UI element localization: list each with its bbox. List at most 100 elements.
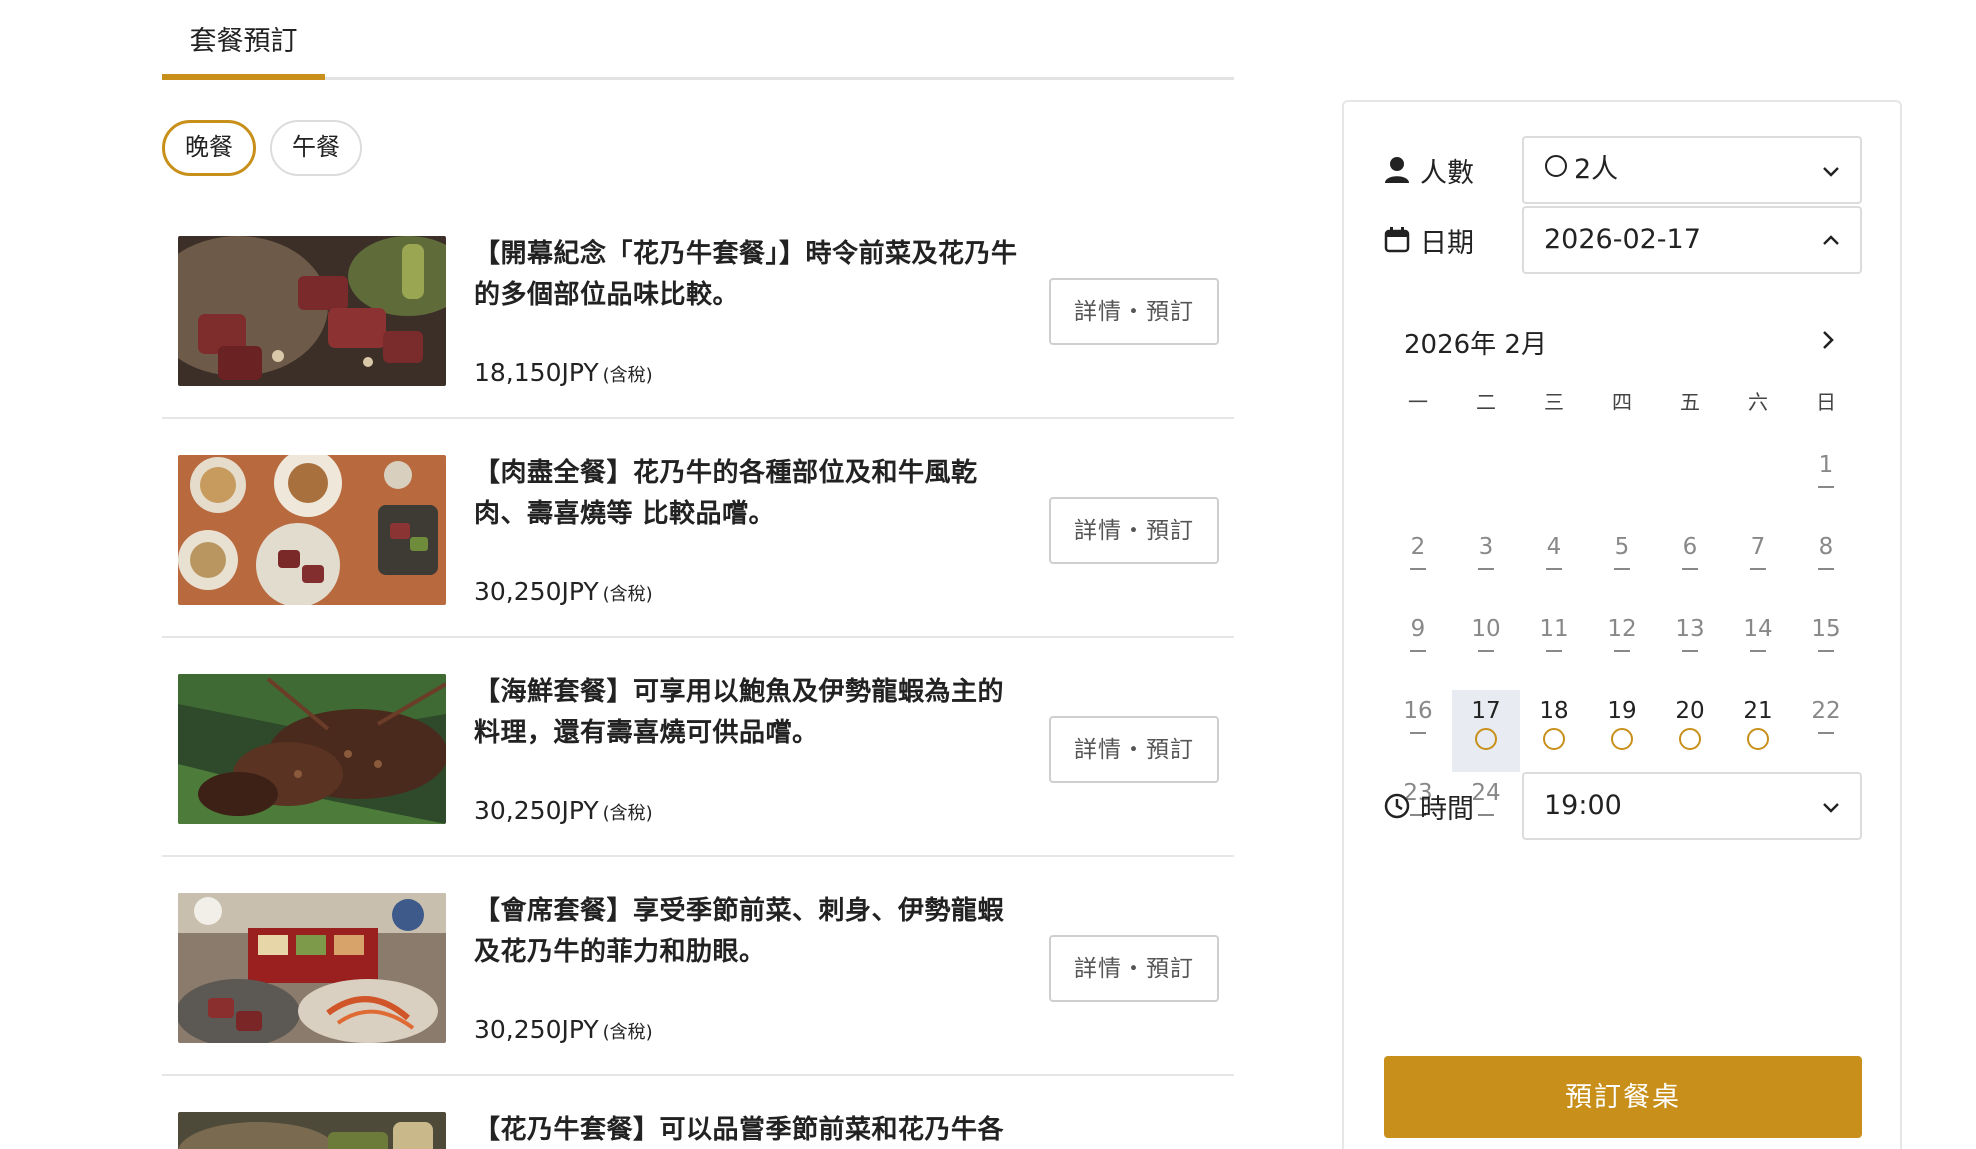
chevron-down-icon <box>1823 167 1839 177</box>
calendar-empty-cell <box>1656 444 1724 526</box>
calendar-empty-cell <box>1384 444 1452 526</box>
meal-filter-chips: 晚餐 午餐 <box>162 120 362 176</box>
details-book-button[interactable]: 詳情・預訂 <box>1049 716 1219 783</box>
price-tax-note: (含稅) <box>602 1022 653 1043</box>
time-label-text: 時間 <box>1420 793 1474 825</box>
available-circle-icon <box>1679 728 1701 750</box>
calendar-day-number: 22 <box>1811 698 1841 724</box>
calendar-day-7: 7 <box>1724 526 1792 608</box>
calendar-day-16: 16 <box>1384 690 1452 772</box>
calendar-day-number: 10 <box>1471 616 1501 642</box>
calendar-empty-cell <box>1520 444 1588 526</box>
unavailable-dash-icon <box>1410 568 1426 570</box>
calendar-day-number: 5 <box>1614 534 1630 560</box>
unavailable-dash-icon <box>1614 568 1630 570</box>
calendar-week-row: 2 3 4 5 6 7 8 <box>1384 526 1860 608</box>
calendar-day-19[interactable]: 19 <box>1588 690 1656 772</box>
calendar-day-2: 2 <box>1384 526 1452 608</box>
date-select[interactable]: 2026-02-17 <box>1522 206 1862 274</box>
calendar-day-number: 1 <box>1818 452 1834 478</box>
time-value: 19:00 <box>1544 790 1622 821</box>
circle-icon <box>1544 138 1568 202</box>
time-label: 時間 <box>1384 772 1474 840</box>
calendar-day-11: 11 <box>1520 608 1588 690</box>
calendar-day-number: 15 <box>1811 616 1841 642</box>
course-item: 【海鮮套餐】可享用以鮑魚及伊勢龍蝦為主的料理，還有壽喜燒可供品嚐。 30,250… <box>162 638 1234 857</box>
calendar-empty-cell <box>1588 444 1656 526</box>
price-tax-note: (含稅) <box>602 803 653 824</box>
chevron-up-icon <box>1823 235 1839 245</box>
calendar-day-number: 8 <box>1818 534 1834 560</box>
calendar-day-4: 4 <box>1520 526 1588 608</box>
tab-course-booking[interactable]: 套餐預訂 <box>162 22 325 80</box>
reserve-table-button[interactable]: 預訂餐桌 <box>1384 1056 1862 1138</box>
course-title: 【花乃牛套餐】可以品嘗季節前菜和花乃牛各 <box>474 1115 1005 1145</box>
calendar-day-17[interactable]: 17 <box>1452 690 1520 772</box>
calendar-day-20[interactable]: 20 <box>1656 690 1724 772</box>
unavailable-dash-icon <box>1682 650 1698 652</box>
calendar-day-21[interactable]: 21 <box>1724 690 1792 772</box>
date-label: 日期 <box>1384 206 1474 274</box>
course-photo-full-meat <box>178 455 446 605</box>
unavailable-dash-icon <box>1478 650 1494 652</box>
calendar-day-number: 16 <box>1403 698 1433 724</box>
unavailable-dash-icon <box>1818 650 1834 652</box>
details-book-button[interactable]: 詳情・預訂 <box>1049 278 1219 345</box>
party-size-label-text: 人數 <box>1420 157 1474 189</box>
course-tabbar: 套餐預訂 <box>162 0 1234 80</box>
chip-lunch[interactable]: 午餐 <box>270 120 362 176</box>
price-amount: 18,150JPY <box>474 358 599 387</box>
date-value: 2026-02-17 <box>1544 224 1701 255</box>
chip-dinner[interactable]: 晚餐 <box>162 120 256 176</box>
unavailable-dash-icon <box>1682 568 1698 570</box>
calendar-week-row: 16 17 18 19 20 21 22 <box>1384 690 1860 772</box>
party-size-value: 2人 <box>1544 138 1618 202</box>
time-select[interactable]: 19:00 <box>1522 772 1862 840</box>
weekday-label: 日 <box>1816 390 1836 414</box>
unavailable-dash-icon <box>1750 568 1766 570</box>
date-row: 日期 2026-02-17 <box>1384 206 1866 274</box>
unavailable-dash-icon <box>1410 732 1426 734</box>
calendar-empty-cell <box>1724 444 1792 526</box>
details-book-button[interactable]: 詳情・預訂 <box>1049 497 1219 564</box>
available-circle-icon <box>1543 728 1565 750</box>
calendar-day-number: 9 <box>1410 616 1426 642</box>
calendar-day-9: 9 <box>1384 608 1452 690</box>
calendar-day-1: 1 <box>1792 444 1860 526</box>
calendar-day-12: 12 <box>1588 608 1656 690</box>
calendar-day-18[interactable]: 18 <box>1520 690 1588 772</box>
calendar-week-row: 9 10 11 12 13 14 15 <box>1384 608 1860 690</box>
chevron-down-icon <box>1823 803 1839 813</box>
party-size-label: 人數 <box>1384 136 1474 204</box>
calendar-icon <box>1384 227 1410 253</box>
chevron-right-icon[interactable] <box>1816 328 1840 352</box>
course-price: 18,150JPY (含稅) <box>474 358 653 387</box>
party-size-value-text: 2人 <box>1574 154 1619 185</box>
calendar-day-number: 4 <box>1546 534 1562 560</box>
unavailable-dash-icon <box>1750 650 1766 652</box>
course-list: 【開幕紀念「花乃牛套餐」】時令前菜及花乃牛的多個部位品味比較。 18,150JP… <box>162 200 1234 1149</box>
calendar-day-number: 14 <box>1743 616 1773 642</box>
calendar-day-3: 3 <box>1452 526 1520 608</box>
weekday-label: 一 <box>1408 390 1428 414</box>
weekday-label: 二 <box>1476 390 1496 414</box>
calendar-day-14: 14 <box>1724 608 1792 690</box>
unavailable-dash-icon <box>1614 650 1630 652</box>
party-size-row: 人數 2人 <box>1384 136 1866 204</box>
party-size-select[interactable]: 2人 <box>1522 136 1862 204</box>
calendar-day-number: 18 <box>1539 698 1569 724</box>
price-amount: 30,250JPY <box>474 796 599 825</box>
calendar-day-10: 10 <box>1452 608 1520 690</box>
unavailable-dash-icon <box>1818 732 1834 734</box>
unavailable-dash-icon <box>1410 650 1426 652</box>
course-item: 【開幕紀念「花乃牛套餐」】時令前菜及花乃牛的多個部位品味比較。 18,150JP… <box>162 200 1234 419</box>
details-book-button[interactable]: 詳情・預訂 <box>1049 935 1219 1002</box>
calendar-day-6: 6 <box>1656 526 1724 608</box>
unavailable-dash-icon <box>1546 650 1562 652</box>
weekday-label: 六 <box>1748 390 1768 414</box>
calendar-day-number: 17 <box>1471 698 1501 724</box>
calendar-day-number: 21 <box>1743 698 1773 724</box>
person-icon <box>1384 156 1410 184</box>
calendar-day-number: 12 <box>1607 616 1637 642</box>
course-photo-hananogyu <box>178 1112 446 1149</box>
